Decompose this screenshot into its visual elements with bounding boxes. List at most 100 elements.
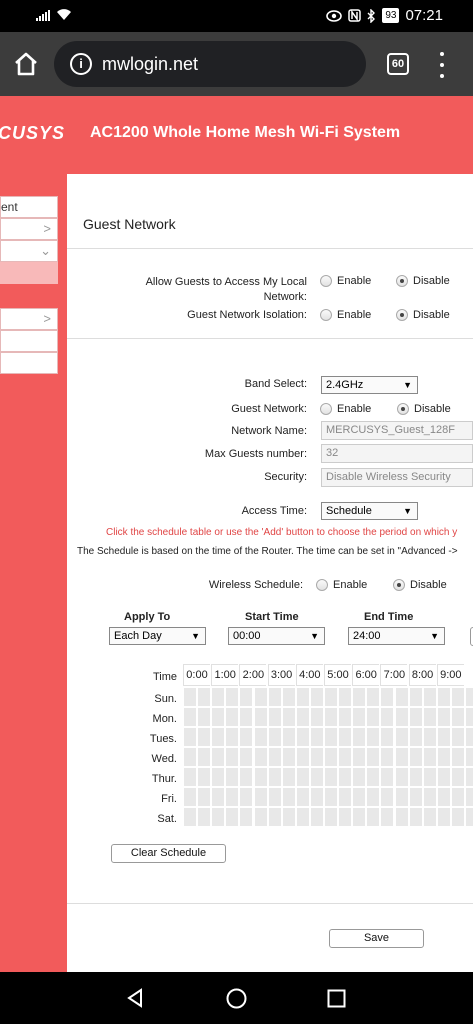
guest-network-enable-radio[interactable]: Enable: [320, 403, 371, 415]
schedule-cell[interactable]: [451, 748, 464, 766]
schedule-cell[interactable]: [409, 768, 422, 786]
back-icon[interactable]: [125, 988, 145, 1008]
schedule-cell[interactable]: [381, 688, 394, 706]
tab-switcher-button[interactable]: 60: [387, 53, 409, 75]
schedule-cell[interactable]: [240, 808, 253, 826]
schedule-cell[interactable]: [367, 708, 380, 726]
schedule-cell[interactable]: [240, 688, 253, 706]
schedule-cell[interactable]: [212, 728, 225, 746]
schedule-cell[interactable]: [268, 688, 281, 706]
schedule-cell[interactable]: [310, 708, 323, 726]
isolation-enable-radio[interactable]: Enable: [320, 309, 371, 321]
schedule-cell[interactable]: [339, 768, 352, 786]
schedule-cell[interactable]: [395, 748, 408, 766]
schedule-cell[interactable]: [381, 768, 394, 786]
sidebar-item[interactable]: [0, 330, 58, 352]
schedule-cell[interactable]: [198, 788, 211, 806]
schedule-cell[interactable]: [226, 788, 239, 806]
schedule-cell[interactable]: [212, 808, 225, 826]
schedule-cell[interactable]: [184, 788, 196, 806]
schedule-cell[interactable]: [198, 808, 211, 826]
schedule-cell[interactable]: [325, 688, 337, 706]
schedule-cell[interactable]: [395, 788, 408, 806]
schedule-cell[interactable]: [198, 688, 211, 706]
schedule-cell[interactable]: [212, 788, 225, 806]
schedule-cell[interactable]: [226, 808, 239, 826]
schedule-cell[interactable]: [268, 808, 281, 826]
schedule-cell[interactable]: [339, 728, 352, 746]
schedule-cell[interactable]: [310, 728, 323, 746]
recents-icon[interactable]: [327, 989, 346, 1008]
schedule-cell[interactable]: [198, 708, 211, 726]
band-select-dropdown[interactable]: 2.4GHz ▼: [321, 376, 418, 394]
schedule-cell[interactable]: [325, 728, 337, 746]
schedule-cell[interactable]: [310, 808, 323, 826]
schedule-cell[interactable]: [395, 708, 408, 726]
clear-schedule-button[interactable]: Clear Schedule: [111, 844, 226, 863]
schedule-cell[interactable]: [339, 748, 352, 766]
schedule-cell[interactable]: [423, 808, 436, 826]
schedule-cell[interactable]: [310, 688, 323, 706]
schedule-cell[interactable]: [254, 748, 267, 766]
schedule-cell[interactable]: [296, 808, 309, 826]
sidebar-item-collapsed[interactable]: >: [0, 308, 58, 330]
schedule-cell[interactable]: [310, 788, 323, 806]
schedule-cell[interactable]: [296, 708, 309, 726]
schedule-cell[interactable]: [296, 688, 309, 706]
wireless-schedule-enable-radio[interactable]: Enable: [316, 579, 367, 591]
schedule-cell[interactable]: [367, 808, 380, 826]
schedule-cell[interactable]: [423, 688, 436, 706]
schedule-cell[interactable]: [184, 728, 196, 746]
wireless-schedule-disable-radio[interactable]: Disable: [393, 579, 447, 591]
schedule-cell[interactable]: [240, 728, 253, 746]
info-icon[interactable]: i: [70, 53, 92, 75]
schedule-cell[interactable]: [423, 748, 436, 766]
schedule-cell[interactable]: [409, 808, 422, 826]
schedule-cell[interactable]: [437, 688, 450, 706]
schedule-cell[interactable]: [353, 688, 366, 706]
schedule-cell[interactable]: [268, 708, 281, 726]
address-bar[interactable]: i mwlogin.net: [54, 41, 366, 87]
schedule-cell[interactable]: [296, 728, 309, 746]
apply-to-dropdown[interactable]: Each Day ▼: [109, 627, 206, 645]
schedule-cell[interactable]: [381, 748, 394, 766]
sidebar-item-expanded[interactable]: ⌄: [0, 240, 58, 262]
schedule-cell[interactable]: [282, 788, 295, 806]
schedule-cell[interactable]: [437, 728, 450, 746]
schedule-cell[interactable]: [212, 768, 225, 786]
schedule-cell[interactable]: [367, 688, 380, 706]
schedule-cell[interactable]: [198, 748, 211, 766]
sidebar-subitem-guest-network[interactable]: [0, 262, 58, 284]
end-time-dropdown[interactable]: 24:00 ▼: [348, 627, 445, 645]
schedule-cell[interactable]: [437, 788, 450, 806]
sidebar-item-management[interactable]: ent: [0, 196, 58, 218]
url-text[interactable]: mwlogin.net: [102, 54, 198, 75]
schedule-cell[interactable]: [198, 728, 211, 746]
schedule-cell[interactable]: [282, 688, 295, 706]
schedule-cell[interactable]: [409, 728, 422, 746]
schedule-cell[interactable]: [409, 708, 422, 726]
schedule-cell[interactable]: [254, 708, 267, 726]
schedule-cell[interactable]: [240, 768, 253, 786]
schedule-cell[interactable]: [353, 748, 366, 766]
access-time-dropdown[interactable]: Schedule ▼: [321, 502, 418, 520]
schedule-cell[interactable]: [367, 728, 380, 746]
schedule-cell[interactable]: [325, 708, 337, 726]
schedule-cell[interactable]: [339, 788, 352, 806]
schedule-cell[interactable]: [437, 708, 450, 726]
schedule-cell[interactable]: [437, 808, 450, 826]
schedule-cell[interactable]: [254, 768, 267, 786]
schedule-cell[interactable]: [353, 768, 366, 786]
schedule-cell[interactable]: [254, 688, 267, 706]
schedule-cell[interactable]: [339, 708, 352, 726]
schedule-cell[interactable]: [226, 728, 239, 746]
isolation-disable-radio[interactable]: Disable: [396, 309, 450, 321]
schedule-cell[interactable]: [395, 728, 408, 746]
schedule-cell[interactable]: [282, 748, 295, 766]
schedule-cell[interactable]: [226, 708, 239, 726]
schedule-cell[interactable]: [212, 708, 225, 726]
schedule-cell[interactable]: [184, 768, 196, 786]
schedule-cell[interactable]: [451, 688, 464, 706]
schedule-cell[interactable]: [282, 768, 295, 786]
schedule-cell[interactable]: [466, 748, 473, 766]
